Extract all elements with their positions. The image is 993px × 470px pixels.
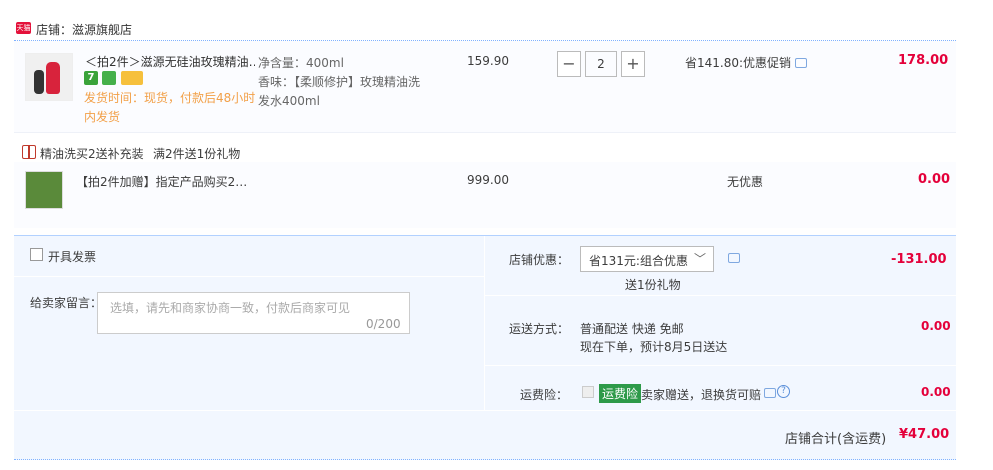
unit-price: 159.90 [467, 54, 509, 68]
insurance-fee: 0.00 [921, 385, 951, 399]
insurance-badge: 运费险 [599, 384, 642, 403]
gift-icon [22, 145, 36, 159]
gift-price: 999.00 [467, 173, 509, 187]
invoice-label[interactable]: 开具发票 [48, 248, 96, 265]
gift-note: 送1份礼物 [625, 278, 681, 292]
chat-icon[interactable] [795, 58, 807, 68]
shipping-method: 普通配送 快递 免邮 [580, 322, 684, 336]
divider [485, 365, 956, 366]
message-label: 给卖家留言： [30, 296, 103, 310]
gift-total: 0.00 [918, 172, 951, 187]
item-total: 178.00 [898, 53, 949, 68]
spec-scent: 香味：【柔顺修护】玫瑰精油洗 [258, 75, 421, 89]
seven-day-return-icon: 7 [84, 71, 98, 85]
quantity-increase-button[interactable]: + [621, 51, 645, 77]
shipping-time-text: 发货时间：现货，付款后48小时 [84, 91, 256, 105]
gift-row [14, 162, 956, 228]
insurance-text: 卖家赠送，退换货可赔 [641, 388, 762, 402]
chat-icon[interactable] [764, 388, 776, 398]
gift-promo-title: 精油洗买2送补充装 [40, 147, 144, 161]
gift-promo-rule: 满2件送1份礼物 [153, 147, 241, 161]
chat-icon[interactable] [728, 253, 740, 263]
divider [484, 236, 485, 410]
invoice-checkbox[interactable] [30, 248, 43, 261]
credit-card-icon [121, 71, 143, 85]
divider [14, 459, 956, 460]
seller-message-input[interactable]: 选填，请先和商家协商一致，付款后商家可见 [97, 292, 410, 334]
product-title-link[interactable]: ＜拍2件＞滋源无硅油玫瑰精油… [85, 53, 255, 70]
gift-title-link[interactable]: 【拍2件加赠】指定产品购买2… [76, 173, 246, 190]
shipping-eta: 现在下单，预计8月5日送达 [580, 340, 728, 354]
shipping-label: 运送方式： [509, 322, 570, 336]
store-total-label: 店铺合计(含运费) [785, 432, 887, 447]
message-char-count: 0/200 [366, 317, 401, 331]
gift-thumbnail[interactable] [25, 171, 63, 209]
quantity-decrease-button[interactable]: − [557, 51, 581, 77]
guarantee-icon [102, 71, 116, 85]
order-options-panel [14, 235, 956, 460]
shop-name[interactable]: 店铺：滋源旗舰店 [36, 21, 132, 38]
help-icon[interactable]: ? [777, 385, 790, 398]
shipping-time-text-cont: 内发货 [84, 110, 121, 124]
divider [14, 276, 484, 277]
store-discount-label: 店铺优惠： [509, 253, 570, 267]
promotion-text: 省141.80:优惠促销 [685, 56, 792, 70]
store-discount-amount: -131.00 [891, 252, 947, 267]
divider [485, 295, 956, 296]
chevron-down-icon[interactable]: ﹀ [694, 250, 706, 267]
divider [14, 410, 956, 411]
tmall-logo: 天猫 [16, 22, 31, 34]
store-total-amount: ¥47.00 [899, 427, 950, 442]
product-thumbnail[interactable] [25, 53, 73, 101]
quantity-input[interactable]: 2 [585, 51, 617, 77]
spec-volume: 净含量：400ml [258, 56, 344, 70]
shipping-fee: 0.00 [921, 319, 951, 333]
insurance-checkbox [582, 386, 594, 398]
spec-scent-cont: 发水400ml [258, 94, 320, 108]
gift-promotion-text: 无优惠 [727, 175, 764, 189]
insurance-label: 运费险： [520, 388, 569, 402]
